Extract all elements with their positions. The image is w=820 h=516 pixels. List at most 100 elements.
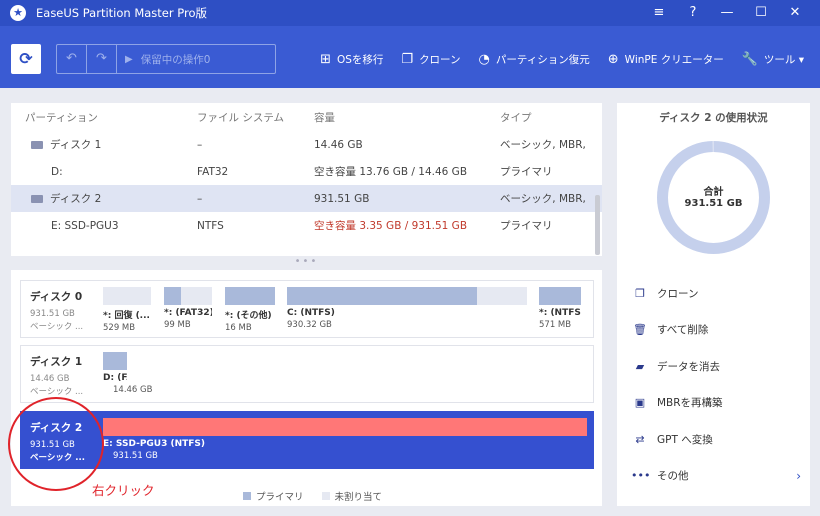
row-type: ベーシック, MBR, U... <box>500 139 590 151</box>
toolbar: ⟳ ↶ ↷ ▶ 保留中の操作0 ⊞ OSを移行 ❐ クローン ◔ パーティション… <box>0 26 820 88</box>
operations-menu: ❐ クローン 🗑 すべて削除 ▰ データを消去 ▣ MBRを再構築 ⇄ GPT … <box>631 275 801 494</box>
menu-label: その他 <box>657 470 689 483</box>
pie-icon: ◔ <box>478 51 490 67</box>
legend-item: 未割り当て <box>321 489 383 503</box>
table-row[interactable]: ディスク 1 – 14.46 GB ベーシック, MBR, U... <box>11 131 602 158</box>
menu-convert-gpt[interactable]: ⇄ GPT へ変換 <box>631 421 801 458</box>
pending-operations-group: ↶ ↷ ▶ 保留中の操作0 <box>56 44 276 74</box>
legend: プライマリ 未割り当て <box>243 489 400 503</box>
table-row[interactable]: E: SSD-PGU3 NTFS 空き容量 3.35 GB / 931.51 G… <box>11 212 602 239</box>
toolbar-actions: ⊞ OSを移行 ❐ クローン ◔ パーティション復元 ⊕ WinPE クリエータ… <box>302 44 804 74</box>
partition-block[interactable]: E: SSD-PGU3 (NTFS) 931.51 GB <box>103 418 587 461</box>
table-header: パーティション ファイル システム 容量 タイプ <box>11 103 602 131</box>
partition-bar <box>287 287 527 305</box>
partition-block[interactable]: *: (FAT32) 99 MB <box>164 287 212 330</box>
partition-size: 571 MB <box>539 320 572 330</box>
partition-size: 99 MB <box>164 320 191 330</box>
disk-card-1[interactable]: ディスク 1 14.46 GB ベーシック ... D: (FAT32) 14.… <box>20 345 594 403</box>
apply-pending-button[interactable]: ▶ 保留中の操作0 <box>125 52 210 67</box>
window-title: EaseUS Partition Master Pro版 <box>36 6 208 20</box>
minimize-icon[interactable]: — <box>710 0 744 26</box>
undo-icon[interactable]: ↶ <box>57 45 87 73</box>
partition-block[interactable]: *: (その他) 16 MB <box>225 287 275 333</box>
pending-label: 保留中の操作0 <box>140 53 211 66</box>
disk-info: ディスク 1 14.46 GB ベーシック ... <box>30 354 100 397</box>
header-type[interactable]: タイプ <box>500 110 590 125</box>
partition-size: 14.46 GB <box>113 385 153 395</box>
clone-icon: ❐ <box>401 51 414 67</box>
menu-label: クローン <box>657 287 699 300</box>
disk-card-0[interactable]: ディスク 0 931.51 GB ベーシック ... *: 回復 (... 52… <box>20 280 594 338</box>
migrate-os-button[interactable]: ⊞ OSを移行 <box>320 52 383 67</box>
mbr-icon: ▣ <box>634 396 646 410</box>
row-name-text: ディスク 2 <box>50 193 102 205</box>
partition-size: 16 MB <box>225 323 252 333</box>
partition-bar <box>103 352 127 370</box>
partition-label: *: 回復 (... <box>103 311 150 321</box>
legend-swatch <box>321 492 330 500</box>
help-icon[interactable]: ? <box>676 0 710 26</box>
disk-icon <box>31 194 43 203</box>
tools-button[interactable]: 🔧 ツール ▾ <box>742 52 804 67</box>
row-name: E: SSD-PGU3 <box>51 219 119 232</box>
partition-block[interactable]: D: (FAT32) 14.46 GB <box>103 352 153 395</box>
trash-icon: 🗑 <box>633 323 647 337</box>
partition-label: *: (その他) <box>225 311 272 321</box>
total-value: 931.51 GB <box>684 198 743 209</box>
refresh-button[interactable]: ⟳ <box>11 44 41 74</box>
disk-info: ディスク 0 931.51 GB ベーシック ... <box>30 289 100 332</box>
maximize-icon[interactable]: ☐ <box>744 0 778 26</box>
menu-rebuild-mbr[interactable]: ▣ MBRを再構築 <box>631 385 801 422</box>
menu-label: すべて削除 <box>657 324 709 337</box>
header-filesystem[interactable]: ファイル システム <box>197 110 314 125</box>
convert-icon: ⇄ <box>635 432 645 446</box>
menu-label: データを消去 <box>657 360 720 373</box>
plus-circle-icon: ⊕ <box>607 51 619 67</box>
chevron-right-icon: › <box>796 468 801 483</box>
menu-icon[interactable]: ≡ <box>642 0 676 26</box>
disk-icon <box>31 140 43 149</box>
clone-label: クローン <box>419 53 461 66</box>
table-row-selected[interactable]: ディスク 2 – 931.51 GB ベーシック, MBR, U... <box>11 185 602 212</box>
row-capacity: 931.51 GB <box>314 192 370 205</box>
clone-icon: ❐ <box>635 286 645 300</box>
menu-clone[interactable]: ❐ クローン <box>631 275 801 312</box>
disk-size: 14.46 GB <box>30 374 70 384</box>
winpe-creator-button[interactable]: ⊕ WinPE クリエーター <box>608 52 724 67</box>
panel-splitter-handle[interactable]: ••• <box>11 256 602 270</box>
title-bar: ★ EaseUS Partition Master Pro版 ≡ ? — ☐ ✕ <box>0 0 820 26</box>
table-scrollbar[interactable] <box>595 195 600 255</box>
row-type: プライマリ <box>500 166 553 178</box>
partition-block[interactable]: *: (NTFS) 571 MB <box>539 287 581 330</box>
disk-type: ベーシック ... <box>30 322 84 332</box>
redo-icon[interactable]: ↷ <box>87 45 117 73</box>
legend-item: プライマリ <box>243 489 304 503</box>
partition-recovery-label: パーティション復元 <box>495 53 590 66</box>
partition-bar <box>164 287 212 305</box>
menu-more[interactable]: ••• その他 › <box>631 458 801 495</box>
table-row[interactable]: D: FAT32 空き容量 13.76 GB / 14.46 GB プライマリ <box>11 158 602 185</box>
wipe-icon: ▰ <box>635 359 645 373</box>
row-type: ベーシック, MBR, U... <box>500 193 590 205</box>
usage-title: ディスク 2 の使用状況 <box>659 112 768 124</box>
header-capacity[interactable]: 容量 <box>314 110 500 125</box>
row-fs: – <box>197 138 203 151</box>
close-icon[interactable]: ✕ <box>778 0 812 26</box>
partition-recovery-button[interactable]: ◔ パーティション復元 <box>479 52 590 67</box>
menu-delete-all[interactable]: 🗑 すべて削除 <box>631 312 801 349</box>
partition-bar-fill <box>539 287 581 305</box>
partition-block[interactable]: C: (NTFS) 930.32 GB <box>287 287 527 330</box>
legend-label: 未割り当て <box>334 492 383 503</box>
header-partition[interactable]: パーティション <box>11 110 197 125</box>
donut-center: 合計 931.51 GB <box>655 183 772 209</box>
disk-usage-panel: ディスク 2 の使用状況 合計 931.51 GB ❐ クローン 🗑 すべて削除… <box>617 103 810 506</box>
partition-block[interactable]: *: 回復 (... 529 MB <box>103 287 151 333</box>
clone-button[interactable]: ❐ クローン <box>401 52 460 67</box>
disk-card-2[interactable]: ディスク 2 931.51 GB ベーシック ... E: SSD-PGU3 (… <box>20 411 594 469</box>
legend-swatch <box>243 492 251 500</box>
app-logo-icon: ★ <box>10 5 26 21</box>
menu-wipe-data[interactable]: ▰ データを消去 <box>631 348 801 385</box>
partition-bar <box>103 287 151 305</box>
disk-type: ベーシック ... <box>30 387 84 397</box>
legend-label: プライマリ <box>256 492 304 503</box>
